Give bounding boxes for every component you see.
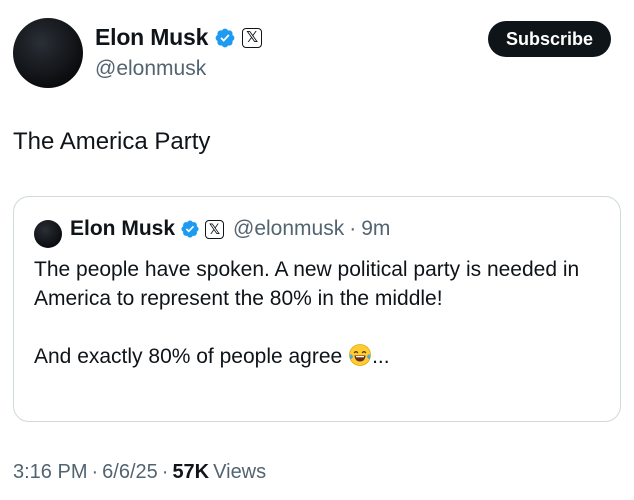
post-time[interactable]: 3:16 PM [13, 461, 87, 484]
author-name-row: Elon Musk 𝕏 [95, 24, 263, 51]
verified-badge-icon[interactable] [214, 27, 236, 49]
post-date[interactable]: 6/6/25 [102, 461, 158, 484]
views-label[interactable]: Views [213, 461, 266, 484]
post-meta: 3:16 PM · 6/6/25 · 57K Views [13, 461, 266, 484]
x-logo-icon: 𝕏 [242, 27, 263, 48]
separator-dot: · [91, 461, 99, 483]
quoted-post-body: The people have spoken. A new political … [34, 255, 604, 371]
x-logo-icon: 𝕏 [205, 219, 225, 239]
author-avatar[interactable] [13, 18, 83, 88]
separator-dot: · [161, 461, 169, 483]
quoted-post-header: Elon Musk 𝕏 @elonmusk · 9m [70, 217, 390, 241]
verified-badge-icon [181, 220, 199, 238]
laughing-tears-emoji-icon [349, 344, 371, 366]
quoted-author-name: Elon Musk [70, 217, 176, 240]
quoted-post-card[interactable]: Elon Musk 𝕏 @elonmusk · 9m The people have… [13, 196, 621, 422]
quoted-post-paragraph: And exactly 80% of people agree ... [34, 344, 390, 368]
author-handle[interactable]: @elonmusk [95, 57, 206, 81]
post-text: The America Party [13, 128, 211, 155]
views-count[interactable]: 57K [172, 461, 209, 484]
author-display-name[interactable]: Elon Musk [95, 24, 208, 51]
separator-dot: · [349, 217, 357, 240]
quoted-post-paragraph: The people have spoken. A new political … [34, 258, 580, 310]
quoted-author-avatar [34, 220, 62, 248]
quoted-post-time: 9m [361, 217, 391, 240]
quoted-author-handle: @elonmusk [233, 217, 345, 240]
subscribe-button[interactable]: Subscribe [487, 21, 611, 57]
